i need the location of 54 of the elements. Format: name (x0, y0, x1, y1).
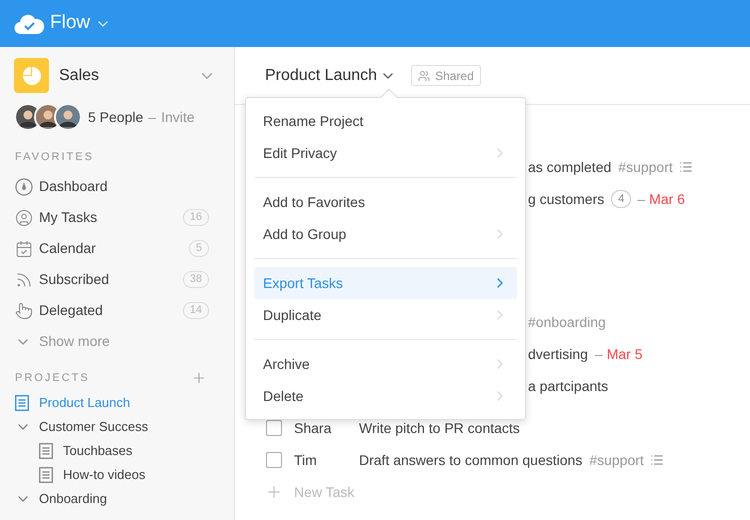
workspace-name: Sales (59, 66, 100, 86)
project-item[interactable]: Customer Success (39, 417, 148, 437)
people-icon (418, 70, 430, 82)
menu-item[interactable]: Add to Favorites (254, 186, 517, 218)
menu-item[interactable]: Rename Project (254, 105, 517, 137)
favorite-item[interactable]: Subscribed (39, 269, 183, 290)
task-checkbox[interactable] (266, 420, 282, 436)
favorite-item[interactable]: Calendar (39, 238, 189, 259)
avatar (54, 103, 82, 131)
task-title[interactable]: as completed (528, 156, 612, 178)
separator: – (637, 190, 646, 208)
task-title[interactable]: Write pitch to PR contacts (359, 418, 520, 438)
calendar-icon (15, 240, 33, 258)
pointing-hand-icon (15, 302, 33, 320)
pie-chart-icon (22, 66, 42, 86)
favorite-item[interactable]: My Tasks (39, 207, 183, 228)
project-item[interactable]: Touchbases (63, 441, 132, 461)
task-title[interactable]: dvertising (528, 344, 588, 364)
count-badge: 5 (188, 240, 209, 257)
count-badge: 16 (182, 209, 209, 226)
task-title[interactable]: Draft answers to common questions (359, 450, 582, 470)
project-title-button[interactable]: Product Launch (265, 64, 396, 88)
favorite-item[interactable]: Dashboard (39, 176, 219, 197)
section-heading: FAVORITES (15, 150, 94, 165)
separator: – (148, 108, 156, 126)
section-heading: PROJECTS (15, 370, 91, 386)
menu-item[interactable]: Duplicate (254, 299, 517, 331)
feed-icon (15, 270, 33, 288)
menu-item[interactable]: Delete (254, 380, 517, 412)
task-title[interactable]: a partcipants (528, 376, 608, 396)
document-icon (39, 443, 53, 459)
count-badge: 38 (182, 271, 209, 288)
menu-item[interactable]: Edit Privacy (254, 137, 517, 169)
user-icon (15, 208, 33, 226)
document-icon (15, 395, 29, 411)
task-title[interactable]: g customers (528, 188, 604, 210)
task-checkbox[interactable] (266, 452, 282, 468)
due-date: Mar 6 (649, 190, 685, 208)
menu-item[interactable]: Add to Group (254, 218, 517, 250)
document-icon (39, 467, 53, 483)
due-date: Mar 5 (606, 344, 643, 364)
compass-icon (15, 178, 33, 196)
comment-count: 4 (611, 190, 632, 208)
people-count: 5 People (88, 108, 144, 127)
count-badge: 14 (182, 302, 209, 319)
favorite-item[interactable]: Delegated (39, 300, 183, 321)
project-item[interactable]: How-to videos (63, 465, 146, 485)
assignee: Tim (294, 450, 318, 470)
separator: – (594, 344, 603, 364)
menu-item[interactable]: Archive (254, 348, 517, 380)
cloud-check-icon (14, 12, 44, 34)
add-icon[interactable] (191, 370, 207, 386)
assignee: Shara (294, 418, 332, 438)
project-item[interactable]: Onboarding (39, 489, 107, 509)
